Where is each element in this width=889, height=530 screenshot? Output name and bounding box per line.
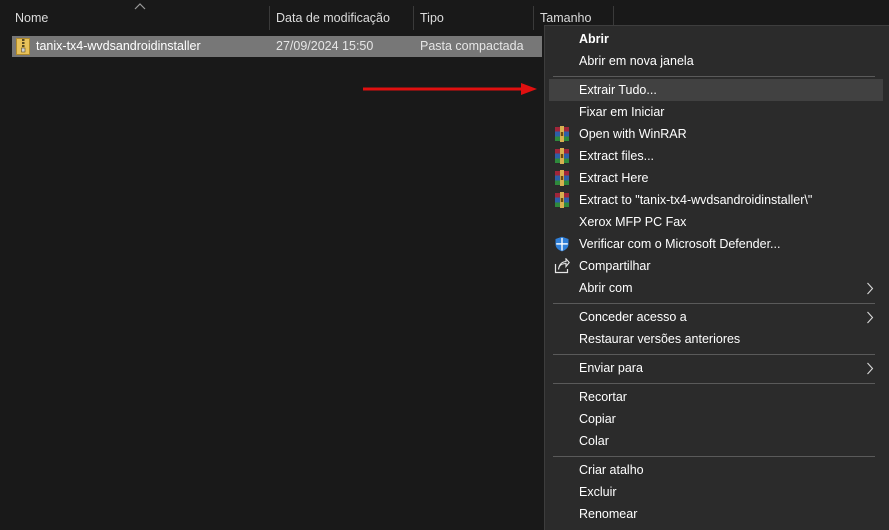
menu-item-create-shortcut[interactable]: Criar atalho [545, 459, 889, 481]
chevron-right-icon [867, 282, 874, 295]
menu-item-open-new-window[interactable]: Abrir em nova janela [545, 50, 889, 72]
menu-item-restore-versions[interactable]: Restaurar versões anteriores [545, 328, 889, 350]
winrar-icon [555, 126, 569, 142]
menu-item-label: Abrir em nova janela [579, 54, 694, 68]
file-date: 27/09/2024 15:50 [276, 39, 374, 53]
menu-item-open-winrar[interactable]: Open with WinRAR [545, 123, 889, 145]
menu-item-label: Extrair Tudo... [579, 83, 657, 97]
menu-item-defender[interactable]: Verificar com o Microsoft Defender... [545, 233, 889, 255]
menu-item-open[interactable]: Abrir [545, 28, 889, 50]
column-header-type[interactable]: Tipo [413, 6, 533, 30]
chevron-right-icon [867, 362, 874, 375]
file-row-selected[interactable]: tanix-tx4-wvdsandroidinstaller 27/09/202… [12, 36, 542, 57]
winrar-icon [555, 192, 569, 208]
menu-item-label: Recortar [579, 390, 627, 404]
menu-separator [553, 303, 875, 304]
menu-item-pin-start[interactable]: Fixar em Iniciar [545, 101, 889, 123]
menu-separator [553, 383, 875, 384]
menu-item-label: Xerox MFP PC Fax [579, 215, 687, 229]
menu-item-extract-here[interactable]: Extract Here [545, 167, 889, 189]
menu-item-label: Verificar com o Microsoft Defender... [579, 237, 781, 251]
menu-item-label: Extract files... [579, 149, 655, 163]
menu-item-label: Abrir com [579, 281, 633, 295]
menu-item-open-with[interactable]: Abrir com [545, 277, 889, 299]
menu-item-label: Criar atalho [579, 463, 644, 477]
menu-item-label: Compartilhar [579, 259, 651, 273]
menu-item-label: Fixar em Iniciar [579, 105, 665, 119]
file-name: tanix-tx4-wvdsandroidinstaller [36, 39, 201, 53]
menu-separator [553, 76, 875, 77]
menu-item-rename[interactable]: Renomear [545, 503, 889, 525]
menu-item-copy[interactable]: Copiar [545, 408, 889, 430]
menu-item-label: Colar [579, 434, 609, 448]
menu-item-cut[interactable]: Recortar [545, 386, 889, 408]
menu-item-label: Enviar para [579, 361, 643, 375]
menu-separator [553, 354, 875, 355]
winrar-icon [555, 148, 569, 164]
menu-item-share[interactable]: Compartilhar [545, 255, 889, 277]
column-header-name[interactable]: Nome [8, 6, 268, 30]
menu-item-extract-to[interactable]: Extract to "tanix-tx4-wvdsandroidinstall… [545, 189, 889, 211]
menu-item-label: Restaurar versões anteriores [579, 332, 741, 346]
menu-item-label: Extract Here [579, 171, 649, 185]
defender-shield-icon [555, 236, 569, 252]
menu-item-label: Extract to "tanix-tx4-wvdsandroidinstall… [579, 193, 813, 207]
menu-item-extract-all[interactable]: Extrair Tudo... [549, 79, 883, 101]
annotation-arrow [363, 83, 537, 95]
file-type: Pasta compactada [420, 39, 524, 53]
menu-item-label: Abrir [579, 32, 609, 46]
winrar-icon [555, 170, 569, 186]
menu-item-delete[interactable]: Excluir [545, 481, 889, 503]
menu-item-paste[interactable]: Colar [545, 430, 889, 452]
menu-item-send-to[interactable]: Enviar para [545, 357, 889, 379]
column-header-date[interactable]: Data de modificação [269, 6, 413, 30]
menu-item-label: Renomear [579, 507, 638, 521]
zip-folder-icon [16, 38, 30, 55]
menu-item-label: Open with WinRAR [579, 127, 687, 141]
share-icon [554, 258, 570, 274]
chevron-right-icon [867, 311, 874, 324]
menu-item-extract-files[interactable]: Extract files... [545, 145, 889, 167]
menu-item-label: Copiar [579, 412, 616, 426]
menu-item-label: Excluir [579, 485, 617, 499]
menu-item-label: Conceder acesso a [579, 310, 687, 324]
context-menu: Abrir Abrir em nova janela Extrair Tudo.… [544, 25, 889, 530]
menu-separator [553, 456, 875, 457]
menu-item-xerox-fax[interactable]: Xerox MFP PC Fax [545, 211, 889, 233]
menu-item-grant-access[interactable]: Conceder acesso a [545, 306, 889, 328]
